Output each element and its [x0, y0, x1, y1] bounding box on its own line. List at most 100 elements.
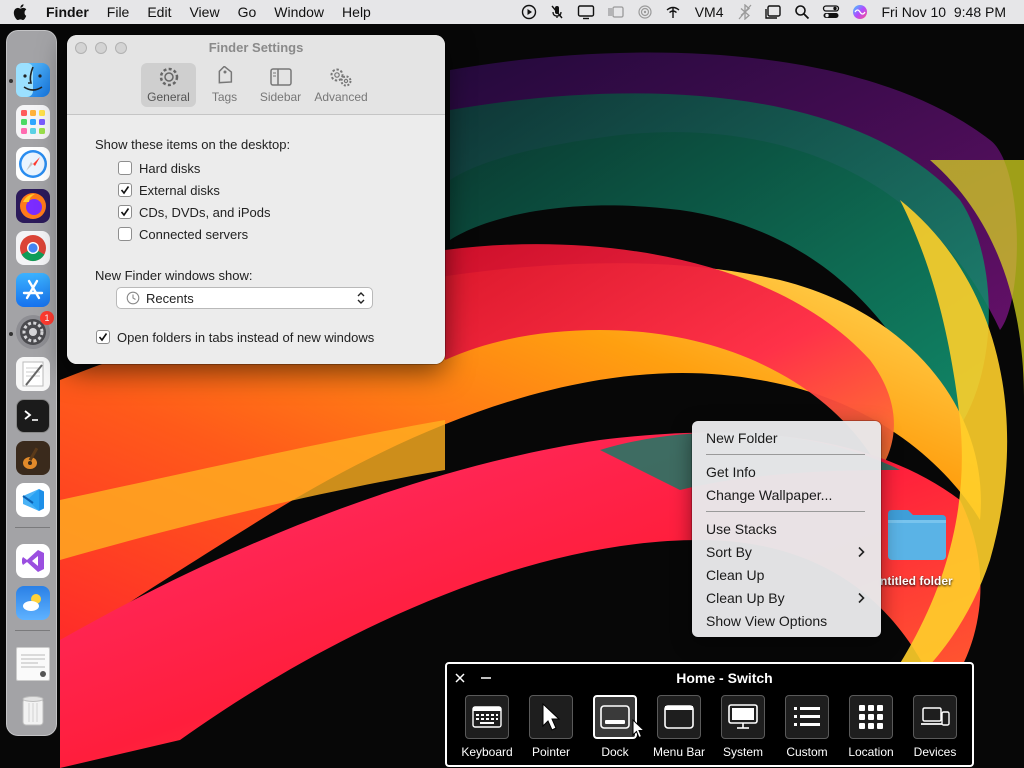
menu-item-clean-up[interactable]: Clean Up	[696, 564, 877, 586]
keyboard-icon	[465, 695, 509, 739]
garageband-icon[interactable]	[16, 441, 50, 475]
hard-disks-checkbox[interactable]	[118, 161, 132, 175]
menu-item-clean-up-by-label: Clean Up By	[706, 590, 785, 606]
safari-icon[interactable]	[16, 147, 50, 181]
open-in-tabs-checkbox[interactable]	[96, 330, 110, 344]
textedit-icon[interactable]	[16, 357, 50, 391]
menubar-clock[interactable]: Fri Nov 10 9:48 PM	[874, 0, 1024, 24]
pointer-icon	[529, 695, 573, 739]
switch-custom-button[interactable]: Custom	[775, 695, 839, 763]
menu-item-get-info[interactable]: Get Info	[696, 461, 877, 483]
dock-separator	[15, 527, 50, 528]
dock: 1	[6, 30, 57, 736]
spotlight-search-icon[interactable]	[788, 0, 816, 24]
trash-icon[interactable]	[16, 693, 50, 727]
custom-list-icon	[785, 695, 829, 739]
tag-icon	[218, 66, 232, 84]
chevron-right-icon	[858, 592, 865, 604]
tab-sidebar[interactable]: Sidebar	[253, 63, 308, 107]
switch-system-button[interactable]: System	[711, 695, 775, 763]
checkmark-icon	[120, 208, 130, 217]
menu-view[interactable]: View	[180, 0, 228, 24]
app-store-icon[interactable]	[16, 273, 50, 307]
menu-item-clean-up-by[interactable]: Clean Up By	[696, 587, 877, 609]
cds-dvds-ipods-option[interactable]: CDs, DVDs, and iPods	[118, 204, 271, 220]
visual-studio-icon[interactable]	[16, 544, 50, 578]
hard-disks-option[interactable]: Hard disks	[118, 160, 200, 176]
gear-icon	[159, 67, 178, 87]
switch-menu-bar-button[interactable]: Menu Bar	[647, 695, 711, 763]
external-disks-label: External disks	[139, 182, 220, 198]
devices-icon	[913, 695, 957, 739]
tab-tags-label: Tags	[211, 90, 238, 104]
firefox-icon[interactable]	[16, 189, 50, 223]
launchpad-icon[interactable]	[16, 105, 50, 139]
chevron-right-icon	[858, 546, 865, 558]
system-settings-icon[interactable]: 1	[16, 311, 54, 349]
chevron-updown-icon	[357, 292, 365, 304]
connected-servers-option[interactable]: Connected servers	[118, 226, 248, 242]
new-windows-select[interactable]: Recents	[116, 287, 373, 309]
gears-icon	[330, 68, 352, 87]
vscode-icon[interactable]	[16, 483, 50, 517]
menu-item-use-stacks[interactable]: Use Stacks	[696, 518, 877, 540]
dock-running-indicator	[9, 79, 13, 83]
switch-location-button[interactable]: Location	[839, 695, 903, 763]
tab-advanced-label: Advanced	[314, 90, 368, 104]
chrome-icon[interactable]	[16, 231, 50, 265]
finder-icon[interactable]	[16, 63, 50, 97]
menu-window[interactable]: Window	[265, 0, 333, 24]
switch-devices-label: Devices	[913, 745, 957, 759]
tab-tags[interactable]: Tags	[197, 63, 252, 107]
finder-settings-window: Finder Settings General Tags Sidebar Adv…	[67, 35, 445, 364]
menu-item-new-folder[interactable]: New Folder	[696, 427, 877, 449]
open-in-tabs-label: Open folders in tabs instead of new wind…	[117, 329, 375, 345]
menu-item-sort-by[interactable]: Sort By	[696, 541, 877, 563]
window-title: Finder Settings	[208, 40, 304, 55]
document-preview-icon[interactable]	[16, 647, 50, 681]
switch-devices-button[interactable]: Devices	[903, 695, 967, 763]
terminal-icon[interactable]	[16, 399, 50, 433]
settings-general-pane: Show these items on the desktop: Hard di…	[67, 116, 445, 364]
open-in-tabs-option[interactable]: Open folders in tabs instead of new wind…	[96, 329, 374, 345]
switch-keyboard-button[interactable]: Keyboard	[455, 695, 519, 763]
vm-label[interactable]: VM4	[687, 0, 732, 24]
clock-icon	[126, 291, 140, 305]
tab-general[interactable]: General	[141, 63, 196, 107]
menu-go[interactable]: Go	[229, 0, 266, 24]
mic-muted-icon[interactable]	[543, 0, 571, 24]
external-disks-option[interactable]: External disks	[118, 182, 220, 198]
connected-servers-checkbox[interactable]	[118, 227, 132, 241]
menu-help[interactable]: Help	[333, 0, 380, 24]
switch-pointer-button[interactable]: Pointer	[519, 695, 583, 763]
tab-advanced[interactable]: Advanced	[311, 63, 371, 107]
menu-app-finder[interactable]: Finder	[40, 0, 98, 24]
control-center-icon[interactable]	[816, 0, 846, 24]
menu-separator	[706, 454, 865, 455]
sidebar-icon	[269, 68, 292, 86]
weather-icon[interactable]	[16, 586, 50, 620]
menu-item-change-wallpaper[interactable]: Change Wallpaper...	[696, 484, 877, 506]
bluetooth-off-icon[interactable]	[732, 0, 758, 24]
menu-edit[interactable]: Edit	[138, 0, 180, 24]
desktop-folder-label: ntitled folder	[880, 574, 953, 588]
mouse-cursor-icon	[632, 719, 646, 739]
menu-separator	[706, 511, 865, 512]
stage-manager-icon[interactable]	[601, 0, 631, 24]
play-circle-icon[interactable]	[515, 0, 543, 24]
window-icon[interactable]	[758, 0, 788, 24]
cds-dvds-ipods-label: CDs, DVDs, and iPods	[139, 204, 271, 220]
menu-item-show-view-options[interactable]: Show View Options	[696, 610, 877, 632]
cds-dvds-ipods-checkbox[interactable]	[118, 205, 132, 219]
network-icon[interactable]	[659, 0, 687, 24]
desktop-folder[interactable]: ntitled folder	[880, 506, 962, 590]
apple-logo-icon[interactable]	[0, 0, 40, 24]
airplay-icon[interactable]	[631, 0, 659, 24]
hard-disks-label: Hard disks	[139, 160, 201, 176]
window-toolbar: Finder Settings General Tags Sidebar Adv…	[67, 35, 445, 115]
menu-file[interactable]: File	[98, 0, 139, 24]
display-icon[interactable]	[571, 0, 601, 24]
siri-icon[interactable]	[846, 0, 874, 24]
dock-icon	[593, 695, 637, 739]
external-disks-checkbox[interactable]	[118, 183, 132, 197]
